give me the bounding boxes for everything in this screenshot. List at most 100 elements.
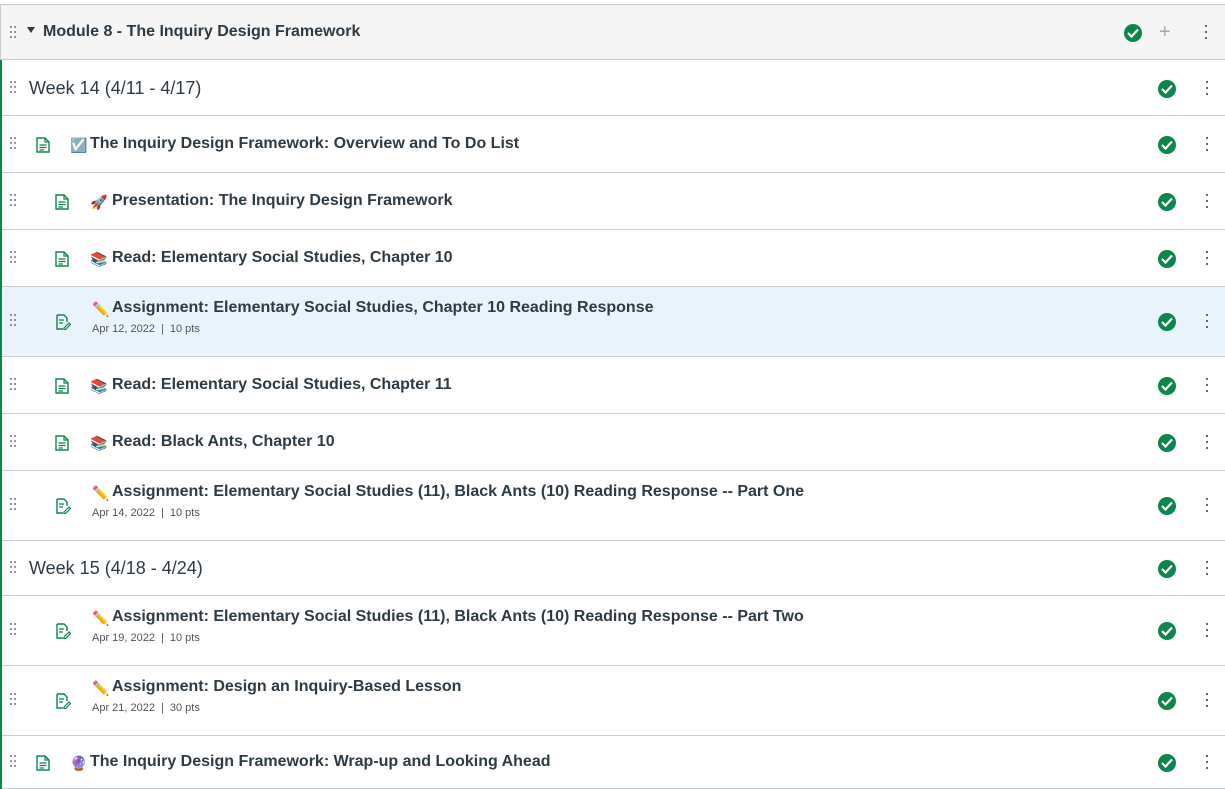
published-check-icon[interactable]	[1158, 250, 1176, 268]
published-check-icon[interactable]	[1158, 560, 1176, 578]
emoji-icon: ☑️	[70, 137, 88, 153]
item-meta: Apr 14, 2022 | 10 pts	[92, 507, 200, 519]
meta-separator: |	[161, 507, 164, 519]
drag-handle-icon[interactable]	[10, 561, 18, 577]
emoji-icon: 📚	[90, 378, 108, 394]
item-title-link[interactable]: Presentation: The Inquiry Design Framewo…	[112, 192, 453, 210]
drag-handle-icon[interactable]	[10, 194, 18, 210]
points: 30 pts	[169, 702, 200, 714]
published-check-icon[interactable]	[1158, 136, 1176, 154]
kebab-menu-icon[interactable]	[1205, 137, 1209, 153]
page-icon	[55, 378, 69, 394]
plus-icon[interactable]: +	[1159, 22, 1171, 42]
page-row[interactable]: ☑️ The Inquiry Design Framework: Overview…	[2, 116, 1225, 173]
drag-handle-icon[interactable]	[10, 378, 18, 394]
drag-handle-icon[interactable]	[10, 693, 18, 709]
subheader-row[interactable]: Week 14 (4/11 - 4/17)	[2, 61, 1225, 116]
drag-handle-icon[interactable]	[10, 314, 18, 330]
published-check-icon[interactable]	[1158, 434, 1176, 452]
item-meta: Apr 12, 2022 | 10 pts	[92, 323, 200, 335]
published-check-icon[interactable]	[1158, 193, 1176, 211]
subheader-row[interactable]: Week 15 (4/18 - 4/24)	[2, 541, 1225, 596]
emoji-icon: 🚀	[90, 194, 108, 210]
points: 10 pts	[169, 323, 200, 335]
item-title-link[interactable]: Read: Black Ants, Chapter 10	[112, 433, 335, 451]
emoji-icon: 📚	[90, 251, 108, 267]
item-meta: Apr 21, 2022 | 30 pts	[92, 702, 200, 714]
page-icon	[36, 137, 50, 153]
meta-separator: |	[161, 323, 164, 335]
assignment-icon	[55, 623, 72, 640]
page-icon	[55, 251, 69, 267]
collapse-caret-icon[interactable]	[27, 27, 35, 33]
drag-handle-icon[interactable]	[10, 251, 18, 267]
kebab-menu-icon[interactable]	[1205, 81, 1209, 97]
subheader-title: Week 15 (4/18 - 4/24)	[29, 558, 203, 578]
module-container: Module 8 - The Inquiry Design Framework …	[0, 4, 1225, 789]
kebab-menu-icon[interactable]	[1205, 378, 1209, 394]
meta-separator: |	[161, 632, 164, 644]
page-row[interactable]: 📚 Read: Elementary Social Studies, Chapte…	[2, 230, 1225, 287]
published-check-icon[interactable]	[1158, 754, 1176, 772]
page-row[interactable]: 📚 Read: Elementary Social Studies, Chapte…	[2, 357, 1225, 414]
assignment-icon	[55, 693, 72, 710]
item-title-link[interactable]: Assignment: Elementary Social Studies, C…	[112, 299, 653, 317]
published-check-icon[interactable]	[1158, 622, 1176, 640]
published-check-icon[interactable]	[1158, 692, 1176, 710]
emoji-icon: ✏️	[92, 301, 110, 317]
item-title-link[interactable]: The Inquiry Design Framework: Wrap-up an…	[90, 753, 550, 771]
kebab-menu-icon[interactable]	[1205, 561, 1209, 577]
kebab-menu-icon[interactable]	[1205, 693, 1209, 709]
assignment-row[interactable]: ✏️ Assignment: Elementary Social Studies …	[2, 471, 1225, 541]
item-title-link[interactable]: Read: Elementary Social Studies, Chapter…	[112, 249, 453, 267]
kebab-menu-icon[interactable]	[1205, 755, 1209, 771]
published-check-icon[interactable]	[1158, 313, 1176, 331]
item-title-link[interactable]: Read: Elementary Social Studies, Chapter…	[112, 376, 452, 394]
published-check-icon[interactable]	[1158, 80, 1176, 98]
kebab-menu-icon[interactable]	[1205, 194, 1209, 210]
drag-handle-icon[interactable]	[10, 498, 18, 514]
meta-separator: |	[161, 702, 164, 714]
page-row[interactable]: 🔮 The Inquiry Design Framework: Wrap-up a…	[2, 736, 1225, 789]
published-check-icon[interactable]	[1124, 24, 1142, 42]
published-check-icon[interactable]	[1158, 377, 1176, 395]
subheader-title: Week 14 (4/11 - 4/17)	[29, 78, 202, 98]
assignment-row[interactable]: ✏️ Assignment: Elementary Social Studies …	[2, 596, 1225, 666]
published-check-icon[interactable]	[1158, 497, 1176, 515]
module-header[interactable]: Module 8 - The Inquiry Design Framework …	[0, 4, 1225, 60]
assignment-row[interactable]: ✏️ Assignment: Design an Inquiry-Based Le…	[2, 666, 1225, 736]
emoji-icon: 🔮	[70, 755, 88, 771]
drag-handle-icon[interactable]	[10, 26, 18, 42]
item-title-link[interactable]: Assignment: Elementary Social Studies (1…	[112, 483, 804, 501]
kebab-menu-icon[interactable]	[1204, 25, 1208, 41]
drag-handle-icon[interactable]	[10, 623, 18, 639]
item-title-link[interactable]: Assignment: Design an Inquiry-Based Less…	[112, 678, 461, 696]
emoji-icon: ✏️	[92, 610, 110, 626]
due-date: Apr 14, 2022	[92, 507, 155, 519]
emoji-icon: ✏️	[92, 680, 110, 696]
page-row[interactable]: 📚 Read: Black Ants, Chapter 10	[2, 414, 1225, 471]
assignment-icon	[55, 314, 72, 331]
kebab-menu-icon[interactable]	[1205, 314, 1209, 330]
due-date: Apr 19, 2022	[92, 632, 155, 644]
points: 10 pts	[169, 507, 200, 519]
page-row[interactable]: 🚀 Presentation: The Inquiry Design Framew…	[2, 173, 1225, 230]
drag-handle-icon[interactable]	[10, 137, 18, 153]
assignment-row[interactable]: ✏️ Assignment: Elementary Social Studies,…	[2, 287, 1225, 357]
item-title-link[interactable]: The Inquiry Design Framework: Overview a…	[90, 135, 519, 153]
assignment-icon	[55, 498, 72, 515]
drag-handle-icon[interactable]	[10, 81, 18, 97]
drag-handle-icon[interactable]	[10, 435, 18, 451]
emoji-icon: ✏️	[92, 485, 110, 501]
page-icon	[55, 435, 69, 451]
emoji-icon: 📚	[90, 435, 108, 451]
kebab-menu-icon[interactable]	[1205, 251, 1209, 267]
item-title-link[interactable]: Assignment: Elementary Social Studies (1…	[112, 608, 804, 626]
kebab-menu-icon[interactable]	[1205, 623, 1209, 639]
due-date: Apr 12, 2022	[92, 323, 155, 335]
page-icon	[55, 194, 69, 210]
due-date: Apr 21, 2022	[92, 702, 155, 714]
kebab-menu-icon[interactable]	[1205, 498, 1209, 514]
kebab-menu-icon[interactable]	[1205, 435, 1209, 451]
drag-handle-icon[interactable]	[10, 755, 18, 771]
